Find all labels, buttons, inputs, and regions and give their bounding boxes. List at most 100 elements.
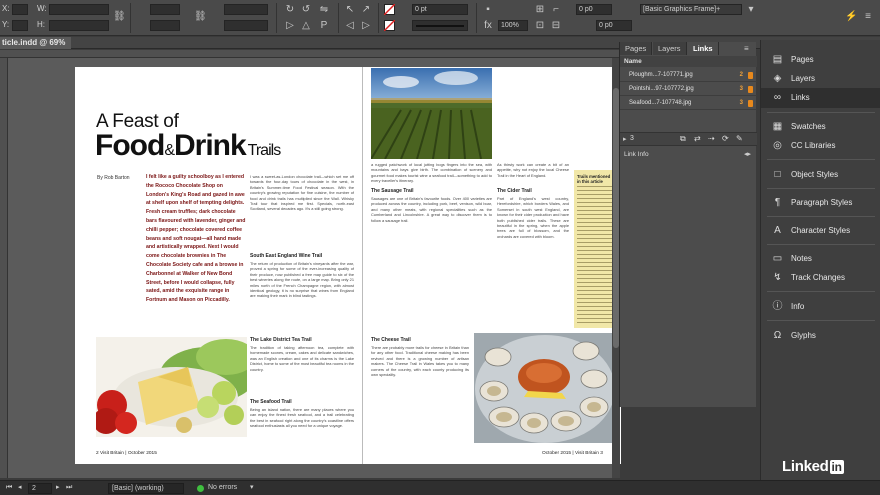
rotate-ccw-icon[interactable]: ↺ bbox=[300, 4, 312, 16]
link-row[interactable]: Pointshi...97-107772.jpg 3 bbox=[620, 83, 757, 96]
dock-item-info[interactable]: ⓘ Info bbox=[761, 297, 880, 317]
preflight-menu-icon[interactable]: ▾ bbox=[250, 481, 254, 495]
constrain-scale-icon[interactable]: ⛓ bbox=[194, 11, 207, 23]
body-right-c[interactable]: There are probably more trails for chees… bbox=[371, 345, 469, 443]
dock-item-glyphs[interactable]: Ω Glyphs bbox=[761, 326, 880, 346]
body-right-b[interactable]: Sausages are one of Britain's favourite … bbox=[371, 196, 492, 332]
stroke-swatch-icon[interactable] bbox=[384, 20, 395, 31]
effects-icon[interactable]: fx bbox=[482, 20, 494, 32]
edit-original-icon[interactable]: ✎ bbox=[736, 134, 743, 143]
tab-links[interactable]: Links bbox=[688, 42, 719, 55]
horizontal-ruler[interactable] bbox=[0, 50, 620, 58]
fit-frame-icon[interactable]: ⊟ bbox=[550, 20, 562, 32]
relink-icon[interactable]: ⇄ bbox=[694, 134, 701, 143]
constrain-proportions-icon[interactable]: ⛓ bbox=[113, 11, 126, 23]
dropdown-arrow-icon[interactable]: ▾ bbox=[745, 4, 757, 16]
fit-content-icon[interactable]: ⊡ bbox=[534, 20, 546, 32]
subhead-seafood[interactable]: The Seafood Trail bbox=[250, 399, 292, 405]
seafood-image[interactable] bbox=[474, 333, 616, 443]
document-tab[interactable]: ticle.indd @ 69% bbox=[0, 37, 72, 49]
link-row[interactable]: Ploughm...7-107771.jpg 2 bbox=[620, 69, 757, 82]
stroke-type-select[interactable] bbox=[412, 20, 468, 31]
page-number-field[interactable]: 2 bbox=[28, 483, 52, 494]
vertical-ruler[interactable] bbox=[0, 58, 8, 478]
text-wrap-icon[interactable]: ⊞ bbox=[534, 4, 546, 16]
dock-item-layers[interactable]: ◈ Layers bbox=[761, 69, 880, 89]
quick-apply-icon[interactable]: ⚡ bbox=[845, 11, 857, 23]
link-info-prev-icon[interactable]: ◂▸ bbox=[744, 150, 751, 158]
relink-cc-icon[interactable]: ⧉ bbox=[680, 134, 686, 144]
height-field[interactable] bbox=[49, 20, 109, 31]
prev-page-icon[interactable]: ◂ bbox=[18, 481, 22, 495]
subhead-sausage[interactable]: The Sausage Trail bbox=[371, 188, 414, 194]
reference-point-icon[interactable]: P bbox=[318, 20, 330, 32]
link-row[interactable]: Seafood...7-107748.jpg 3 bbox=[620, 97, 757, 110]
preflight-profile-select[interactable]: [Basic] (working) bbox=[108, 483, 184, 494]
subhead-lake-district[interactable]: The Lake District Tea Trail bbox=[250, 337, 312, 343]
select-previous-icon[interactable]: ◁ bbox=[344, 20, 356, 32]
title-amp: & bbox=[164, 142, 175, 159]
folio-left[interactable]: 2 Visit Britain | October 2015 bbox=[96, 451, 157, 456]
dock-item-track-changes[interactable]: ↯ Track Changes bbox=[761, 268, 880, 288]
stroke-weight-field[interactable]: 0 pt bbox=[412, 4, 468, 15]
flip-icon[interactable]: ▷ bbox=[284, 20, 296, 32]
reference-field-b[interactable]: 0 p0 bbox=[596, 20, 632, 31]
first-page-icon[interactable]: ⏮ bbox=[6, 481, 12, 495]
dock-item-pages[interactable]: ▤ Pages bbox=[761, 50, 880, 70]
go-to-link-icon[interactable]: ⇢ bbox=[708, 134, 715, 143]
body-right-col2-a[interactable]: As thirsty work can create a bit of an a… bbox=[497, 162, 569, 186]
width-field[interactable] bbox=[49, 4, 109, 15]
tab-pages[interactable]: Pages bbox=[620, 42, 653, 55]
fill-swatch-icon[interactable] bbox=[384, 4, 395, 15]
tab-layers[interactable]: Layers bbox=[653, 42, 687, 55]
vineyard-image[interactable] bbox=[371, 68, 492, 159]
x-field[interactable] bbox=[12, 4, 28, 15]
select-next-icon[interactable]: ▷ bbox=[360, 20, 372, 32]
body-right-col2-b[interactable]: Part of England's west country, Hereford… bbox=[497, 196, 569, 326]
next-page-icon[interactable]: ▸ bbox=[56, 481, 60, 495]
links-column-header[interactable]: Name bbox=[620, 56, 757, 67]
rotation-field[interactable] bbox=[224, 4, 268, 15]
body-column-left-c[interactable]: The tradition of taking afternoon tea, c… bbox=[250, 345, 354, 395]
title-line-2[interactable]: Food&Drink Trails bbox=[95, 129, 281, 163]
select-container-icon[interactable]: ↖ bbox=[344, 4, 356, 16]
object-style-select[interactable]: [Basic Graphics Frame]+ bbox=[640, 4, 742, 15]
dock-item-notes[interactable]: ▭ Notes bbox=[761, 249, 880, 269]
select-content-icon[interactable]: ↗ bbox=[360, 4, 372, 16]
scale-x-field[interactable] bbox=[150, 4, 180, 15]
rotate-cw-icon[interactable]: ↻ bbox=[284, 4, 296, 16]
body-column-left-d[interactable]: Being an island nation, there are many p… bbox=[250, 407, 354, 441]
folio-right[interactable]: October 2015 | Visit Britain 3 bbox=[542, 451, 603, 456]
y-field[interactable] bbox=[12, 20, 28, 31]
flip-horizontal-icon[interactable]: ⇋ bbox=[318, 4, 330, 16]
scale-y-field[interactable] bbox=[150, 20, 180, 31]
dock-item-cc-libraries[interactable]: ◎ CC Libraries bbox=[761, 136, 880, 156]
dock-item-links[interactable]: ∞ Links bbox=[761, 88, 880, 108]
corner-options-icon[interactable]: ⌐ bbox=[550, 4, 562, 16]
subhead-cider[interactable]: The Cider Trail bbox=[497, 188, 532, 194]
dock-item-character-styles[interactable]: A Character Styles bbox=[761, 221, 880, 241]
ploughmans-food-image[interactable] bbox=[96, 337, 247, 437]
panel-menu-icon[interactable]: ≡ bbox=[862, 11, 874, 23]
dock-item-paragraph-styles[interactable]: ¶ Paragraph Styles bbox=[761, 193, 880, 213]
reference-field-a[interactable]: 0 p0 bbox=[576, 4, 612, 15]
dock-item-swatches[interactable]: ▦ Swatches bbox=[761, 117, 880, 137]
dock-item-object-styles[interactable]: □ Object Styles bbox=[761, 165, 880, 185]
last-page-icon[interactable]: ⏭ bbox=[66, 481, 72, 495]
subhead-south-east-wine[interactable]: South East England Wine Trail bbox=[250, 253, 322, 259]
disclosure-arrow-icon[interactable]: ▸ bbox=[623, 135, 627, 143]
update-link-icon[interactable]: ⟳ bbox=[722, 134, 729, 143]
preflight-status-text[interactable]: No errors bbox=[208, 481, 237, 495]
body-column-left-b[interactable]: The return of production of Britain's vi… bbox=[250, 261, 354, 333]
drop-shadow-icon[interactable]: ▪ bbox=[482, 4, 494, 16]
shear-field[interactable] bbox=[224, 20, 268, 31]
opacity-field[interactable]: 100% bbox=[498, 20, 528, 31]
link-info-label[interactable]: Link Info bbox=[624, 151, 649, 158]
subhead-cheese[interactable]: The Cheese Trail bbox=[371, 337, 411, 343]
byline[interactable]: By Rob Barton bbox=[97, 175, 130, 181]
flip-vertical-icon[interactable]: △ bbox=[300, 20, 312, 32]
body-right-a[interactable]: a rugged patchwork of local jutting bogs… bbox=[371, 162, 492, 186]
intro-paragraph[interactable]: I felt like a guilty schoolboy as I ente… bbox=[146, 173, 246, 325]
body-column-left-a[interactable]: I was a sweet-as-London chocolate trail—… bbox=[250, 174, 354, 250]
panel-menu-icon[interactable]: ≡ bbox=[744, 44, 749, 53]
